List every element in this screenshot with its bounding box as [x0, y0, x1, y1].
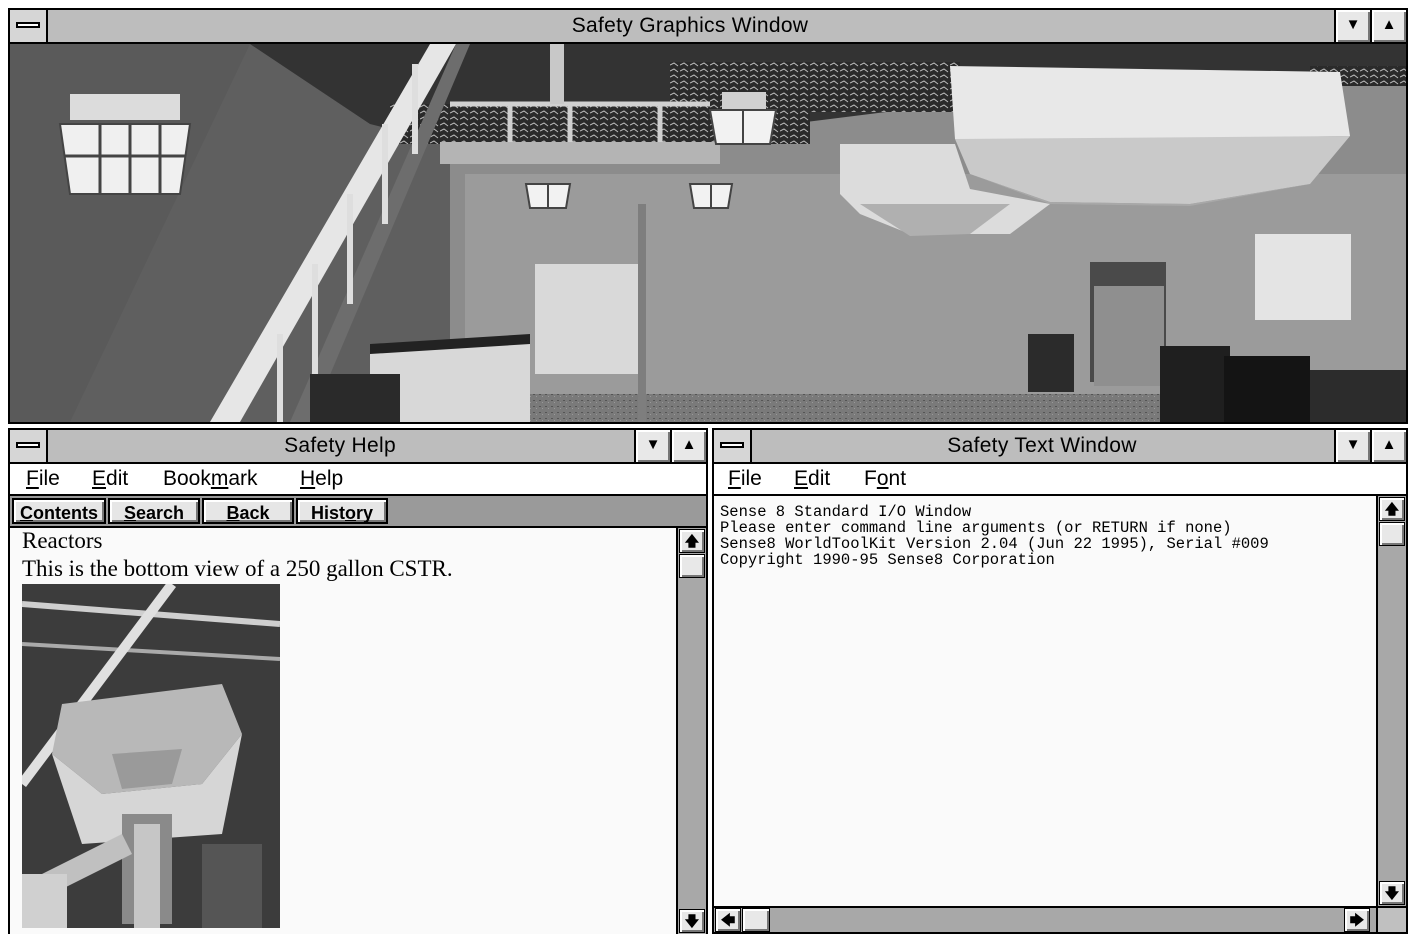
help-button-bar: Contents Search Back History — [10, 496, 706, 528]
maximize-icon[interactable]: ▲ — [1370, 10, 1406, 42]
menu-edit[interactable]: Edit — [794, 464, 830, 494]
topic-text: This is the bottom view of a 250 gallon … — [22, 556, 453, 581]
text-vertical-scrollbar[interactable]: 🡅 🡇 — [1376, 496, 1406, 906]
scroll-up-icon[interactable]: 🡅 — [1379, 497, 1405, 521]
help-topic-content: Reactors This is the bottom view of a 25… — [10, 528, 676, 934]
scroll-left-icon[interactable]: 🡄 — [715, 908, 741, 932]
topic-heading: Reactors — [22, 528, 103, 553]
scroll-thumb[interactable] — [742, 908, 770, 932]
system-menu-icon[interactable] — [10, 430, 48, 462]
scroll-down-icon[interactable]: 🡇 — [679, 909, 705, 933]
search-button[interactable]: Search — [108, 498, 200, 524]
console-line: Sense 8 Standard I/O Window — [720, 503, 972, 521]
console-line: Sense8 WorldToolKit Version 2.04 (Jun 22… — [720, 535, 1269, 553]
safety-graphics-window: Safety Graphics Window ▼ ▲ — [8, 8, 1408, 424]
minimize-icon[interactable]: ▼ — [1334, 10, 1370, 42]
ceiling-lamp — [688, 183, 734, 209]
help-vertical-scrollbar[interactable]: 🡅 🡇 — [676, 528, 706, 934]
menu-help[interactable]: Help — [300, 464, 343, 494]
help-titlebar[interactable]: Safety Help ▼ ▲ — [10, 430, 706, 464]
menu-file[interactable]: File — [26, 464, 60, 494]
menu-font[interactable]: Font — [864, 464, 906, 494]
window-title: Safety Graphics Window — [571, 14, 809, 37]
minimize-icon[interactable]: ▼ — [634, 430, 670, 462]
ceiling-lamp — [524, 183, 572, 209]
scroll-thumb[interactable] — [679, 554, 705, 578]
window-title: Safety Text Window — [947, 434, 1137, 457]
minimize-icon[interactable]: ▼ — [1334, 430, 1370, 462]
safety-help-window: Safety Help ▼ ▲ File Edit Bookmark Help … — [8, 428, 708, 934]
3d-plant-scene[interactable] — [10, 44, 1406, 422]
menu-file[interactable]: File — [728, 464, 762, 494]
console-line: Please enter command line arguments (or … — [720, 519, 1232, 537]
text-titlebar[interactable]: Safety Text Window ▼ ▲ — [714, 430, 1406, 464]
contents-button[interactable]: Contents — [12, 498, 106, 524]
scroll-right-icon[interactable]: 🡆 — [1344, 908, 1370, 932]
text-horizontal-scrollbar[interactable]: 🡄 🡆 — [714, 906, 1376, 932]
scroll-up-icon[interactable]: 🡅 — [679, 529, 705, 553]
back-button[interactable]: Back — [202, 498, 294, 524]
graphics-titlebar[interactable]: Safety Graphics Window ▼ ▲ — [10, 10, 1406, 44]
maximize-icon[interactable]: ▲ — [670, 430, 706, 462]
text-menubar: File Edit Font — [714, 464, 1406, 496]
safety-text-window: Safety Text Window ▼ ▲ File Edit Font Se… — [712, 428, 1408, 934]
menu-edit[interactable]: Edit — [92, 464, 128, 494]
help-menubar: File Edit Bookmark Help — [10, 464, 706, 496]
ceiling-lamp — [58, 94, 192, 195]
console-line: Copyright 1990-95 Sense8 Corporation — [720, 551, 1055, 569]
maximize-icon[interactable]: ▲ — [1370, 430, 1406, 462]
menu-bookmark[interactable]: Bookmark — [163, 464, 258, 494]
scroll-down-icon[interactable]: 🡇 — [1379, 881, 1405, 905]
window-title: Safety Help — [284, 434, 396, 457]
history-button[interactable]: History — [296, 498, 388, 524]
console-output[interactable]: Sense 8 Standard I/O Window Please enter… — [714, 496, 1376, 906]
system-menu-icon[interactable] — [10, 10, 48, 42]
scroll-thumb[interactable] — [1379, 522, 1405, 546]
system-menu-icon[interactable] — [714, 430, 752, 462]
scrollbar-corner — [1376, 906, 1406, 932]
reactor-photo — [22, 584, 280, 928]
